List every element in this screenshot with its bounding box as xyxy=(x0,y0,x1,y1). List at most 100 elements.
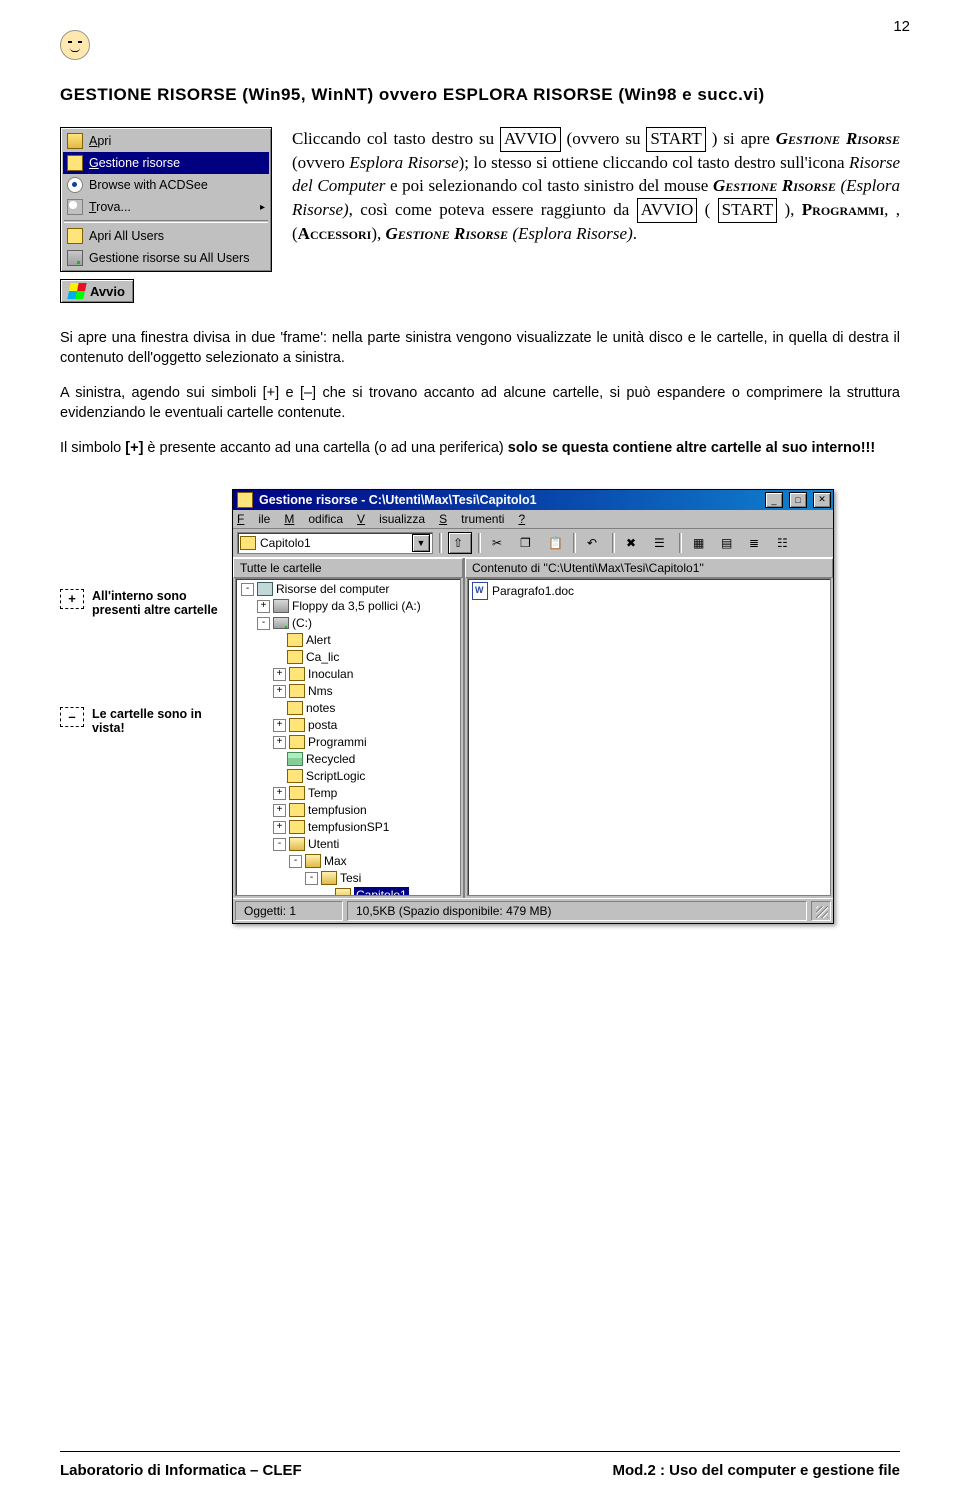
tree-node[interactable]: Capitolo1 xyxy=(238,887,460,896)
tree-node[interactable]: +Floppy da 3,5 pollici (A:) xyxy=(238,598,460,615)
start-button-label: Avvio xyxy=(90,284,125,299)
undo-icon: ↶ xyxy=(587,536,601,550)
folder-icon xyxy=(287,701,303,715)
menu-modifica[interactable]: Modifica xyxy=(284,512,343,526)
tree-label: Risorse del computer xyxy=(276,581,389,598)
undo-button[interactable]: ↶ xyxy=(582,532,606,554)
separator xyxy=(679,533,682,553)
up-button[interactable]: ⇧ xyxy=(448,532,472,554)
tree-node[interactable]: Alert xyxy=(238,632,460,649)
tree-node[interactable]: Recycled xyxy=(238,751,460,768)
expand-icon[interactable]: + xyxy=(273,787,286,800)
paragraph-3: Il simbolo [+] è presente accanto ad una… xyxy=(60,439,900,459)
list-item[interactable]: Paragrafo1.doc xyxy=(470,581,830,601)
menu-visualizza[interactable]: Visualizza xyxy=(357,512,425,526)
cut-button[interactable]: ✂ xyxy=(487,532,511,554)
tree-node[interactable]: -(C:) xyxy=(238,615,460,632)
delete-button[interactable]: ✖ xyxy=(621,532,645,554)
chevron-down-icon[interactable]: ▼ xyxy=(412,534,430,552)
tree-node[interactable]: -Max xyxy=(238,853,460,870)
menu-item[interactable]: Gestione risorse xyxy=(63,152,269,174)
tree-label: Alert xyxy=(306,632,331,649)
collapse-icon[interactable]: - xyxy=(305,872,318,885)
tree-label: Temp xyxy=(308,785,337,802)
titlebar: Gestione risorse - C:\Utenti\Max\Tesi\Ca… xyxy=(233,490,833,510)
tree-node[interactable]: Ca_lic xyxy=(238,649,460,666)
tree-node[interactable]: +tempfusionSP1 xyxy=(238,819,460,836)
folder-icon xyxy=(289,735,305,749)
menu-item[interactable]: Apri xyxy=(63,130,269,152)
resize-grip[interactable] xyxy=(811,901,831,921)
tree-node[interactable]: +posta xyxy=(238,717,460,734)
menu-item-label: Gestione risorse xyxy=(89,156,180,170)
menu-item-label: Apri xyxy=(89,134,111,148)
menu-item-label: Browse with ACDSee xyxy=(89,178,208,192)
collapse-icon[interactable]: - xyxy=(273,838,286,851)
maximize-button[interactable]: □ xyxy=(789,492,807,508)
view-large-button[interactable]: ▦ xyxy=(688,532,712,554)
expand-icon[interactable]: + xyxy=(273,821,286,834)
drive-icon xyxy=(273,617,289,629)
expand-icon[interactable]: + xyxy=(273,668,286,681)
collapse-icon[interactable]: - xyxy=(241,583,254,596)
menu-item-label: Apri All Users xyxy=(89,229,164,243)
menu-file[interactable]: File xyxy=(237,512,270,526)
tree-node[interactable]: +Programmi xyxy=(238,734,460,751)
tree-label: Recycled xyxy=(306,751,355,768)
tree-node[interactable]: + Temp xyxy=(238,785,460,802)
start-button[interactable]: Avvio xyxy=(60,279,134,303)
copy-button[interactable]: ❐ xyxy=(515,532,539,554)
view-list-button[interactable]: ≣ xyxy=(744,532,768,554)
tree-node[interactable]: + Inoculan xyxy=(238,666,460,683)
paragraph-1: Si apre una finestra divisa in due 'fram… xyxy=(60,329,900,368)
properties-button[interactable]: ☰ xyxy=(649,532,673,554)
plus-symbol-icon: + xyxy=(60,589,84,609)
folderopen-icon xyxy=(289,837,305,851)
tree-label: Inoculan xyxy=(308,666,353,683)
expand-icon[interactable]: + xyxy=(273,719,286,732)
menu-item[interactable]: Apri All Users xyxy=(63,225,269,247)
view-small-button[interactable]: ▤ xyxy=(716,532,740,554)
minimize-button[interactable]: _ xyxy=(765,492,783,508)
tree-node[interactable]: +tempfusion xyxy=(238,802,460,819)
folder-icon xyxy=(289,684,305,698)
expand-icon[interactable]: + xyxy=(257,600,270,613)
folder-icon xyxy=(289,820,305,834)
tree-node[interactable]: +Nms xyxy=(238,683,460,700)
list-icon: ≣ xyxy=(749,536,763,550)
expand-icon[interactable]: + xyxy=(273,736,286,749)
view-details-button[interactable]: ☷ xyxy=(772,532,796,554)
word-doc-icon xyxy=(472,582,488,600)
collapse-icon[interactable]: - xyxy=(257,617,270,630)
copy-icon: ❐ xyxy=(520,536,534,550)
details-icon: ☷ xyxy=(777,536,791,550)
large-icons-icon: ▦ xyxy=(693,536,707,550)
folder-tree[interactable]: - Risorse del computer+Floppy da 3,5 poll… xyxy=(235,578,461,896)
comp-icon xyxy=(257,582,273,596)
collapse-icon[interactable]: - xyxy=(289,855,302,868)
paste-button[interactable]: 📋 xyxy=(543,532,567,554)
tree-node[interactable]: -Utenti xyxy=(238,836,460,853)
address-combo[interactable]: Capitolo1 ▼ xyxy=(237,532,433,554)
floppy-icon xyxy=(273,599,289,613)
menu-item[interactable]: Gestione risorse su All Users xyxy=(63,247,269,269)
menu-item[interactable]: Trova...▸ xyxy=(63,196,269,218)
tree-label: notes xyxy=(306,700,335,717)
status-space: 10,5KB (Spazio disponibile: 479 MB) xyxy=(347,901,807,921)
expand-icon[interactable]: + xyxy=(273,685,286,698)
file-list[interactable]: Paragrafo1.doc xyxy=(467,578,831,896)
tree-node[interactable]: notes xyxy=(238,700,460,717)
drive-icon xyxy=(67,250,83,266)
expand-icon[interactable]: + xyxy=(273,804,286,817)
open-icon xyxy=(67,133,83,149)
grip-icon xyxy=(816,906,828,918)
tree-node[interactable]: ScriptLogic xyxy=(238,768,460,785)
menu-item[interactable]: Browse with ACDSee xyxy=(63,174,269,196)
menu-?[interactable]: ? xyxy=(518,512,539,526)
left-pane-header: Tutte le cartelle xyxy=(233,558,463,578)
folder-icon xyxy=(67,155,83,171)
close-button[interactable]: ✕ xyxy=(813,492,831,508)
tree-node[interactable]: -Tesi xyxy=(238,870,460,887)
menu-strumenti[interactable]: Strumenti xyxy=(439,512,504,526)
tree-node[interactable]: - Risorse del computer xyxy=(238,581,460,598)
